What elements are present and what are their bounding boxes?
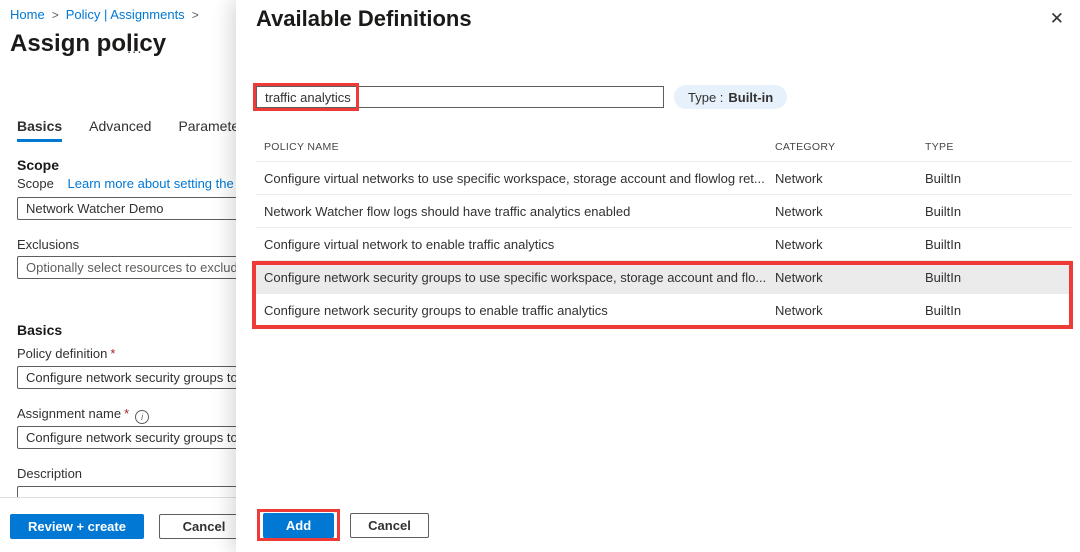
type-filter-prefix: Type : [688,90,723,105]
table-row[interactable]: Configure network security groups to ena… [256,294,1072,327]
scope-section-heading: Scope [17,157,59,173]
tab-basics[interactable]: Basics [17,118,62,142]
definition-search-input[interactable] [256,86,664,108]
breadcrumb-home-link[interactable]: Home [10,7,45,22]
policy-name-cell: Configure network security groups to use… [256,270,775,285]
type-cell: BuiltIn [925,237,1072,252]
table-row-selected[interactable]: Configure network security groups to use… [256,261,1072,294]
description-label: Description [17,466,82,481]
breadcrumb-separator: > [52,8,59,22]
column-policy-name[interactable]: POLICY NAME [256,141,775,153]
policy-name-cell: Configure virtual networks to use specif… [256,171,775,186]
policy-name-cell: Network Watcher flow logs should have tr… [256,204,775,219]
breadcrumb-separator: > [192,8,199,22]
review-create-button[interactable]: Review + create [10,514,144,539]
required-asterisk: * [124,406,129,421]
policy-definition-label-text: Policy definition [17,346,107,361]
scope-learn-more-link[interactable]: Learn more about setting the s [68,176,244,191]
close-icon[interactable]: ✕ [1050,9,1064,29]
category-cell: Network [775,270,925,285]
table-row[interactable]: Configure virtual network to enable traf… [256,228,1072,261]
tab-advanced[interactable]: Advanced [89,118,151,142]
category-cell: Network [775,171,925,186]
breadcrumb-policy-assignments-link[interactable]: Policy | Assignments [66,7,185,22]
policy-name-cell: Configure network security groups to ena… [256,303,775,318]
scope-label: Scope [17,176,54,191]
required-asterisk: * [110,346,115,361]
type-filter-value: Built-in [728,90,773,105]
breadcrumb: Home > Policy | Assignments > [10,7,199,22]
scope-label-row: Scope Learn more about setting the s [17,176,244,191]
type-cell: BuiltIn [925,270,1072,285]
panel-title: Available Definitions [256,6,472,32]
table-row[interactable]: Network Watcher flow logs should have tr… [256,195,1072,228]
table-header: POLICY NAME CATEGORY TYPE [256,132,1072,162]
add-button[interactable]: Add [263,513,334,538]
category-cell: Network [775,204,925,219]
type-cell: BuiltIn [925,303,1072,318]
exclusions-label: Exclusions [17,237,79,252]
more-options-button[interactable]: ... [127,40,143,57]
table-row[interactable]: Configure virtual networks to use specif… [256,162,1072,195]
table-body: Configure virtual networks to use specif… [256,162,1072,327]
type-cell: BuiltIn [925,171,1072,186]
type-cell: BuiltIn [925,204,1072,219]
category-cell: Network [775,237,925,252]
column-type[interactable]: TYPE [925,141,1072,153]
panel-cancel-button[interactable]: Cancel [350,513,429,538]
assignment-name-label-text: Assignment name [17,406,121,421]
column-category[interactable]: CATEGORY [775,141,925,153]
page-title: Assign policy [10,30,166,58]
type-filter-pill[interactable]: Type : Built-in [674,85,787,109]
policy-name-cell: Configure virtual network to enable traf… [256,237,775,252]
available-definitions-panel: Available Definitions ✕ Type : Built-in … [236,0,1080,552]
category-cell: Network [775,303,925,318]
info-icon[interactable]: i [135,410,149,424]
policy-definition-label: Policy definition* [17,346,115,361]
tab-bar: Basics Advanced Parameters [17,118,251,142]
assignment-name-label: Assignment name* i [17,406,149,424]
basics-section-heading: Basics [17,322,62,338]
